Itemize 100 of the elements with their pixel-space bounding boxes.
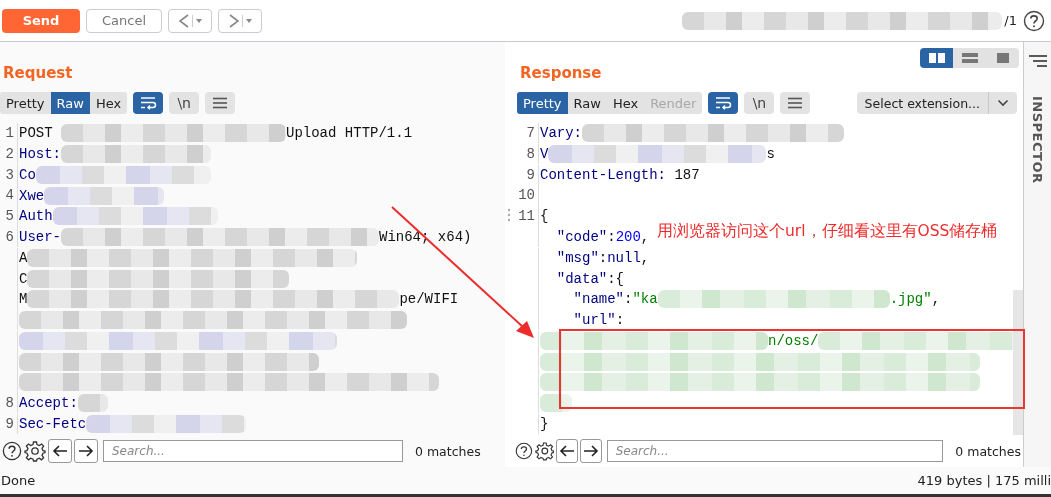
line-number: 4	[0, 185, 18, 206]
code-text: Vary:	[540, 125, 582, 142]
line-number: 3	[0, 164, 18, 186]
code-text: User-	[19, 229, 61, 246]
help-icon[interactable]	[515, 441, 533, 461]
code-text: 200	[615, 229, 641, 246]
wrap-icon	[139, 96, 158, 110]
code-text: Auth	[19, 208, 53, 225]
page-counter: /1	[1004, 13, 1017, 28]
code-text: A	[19, 249, 28, 266]
cancel-button[interactable]: Cancel	[86, 8, 162, 33]
extension-dropdown[interactable]: Select extension...	[856, 92, 1017, 114]
line-number: 1	[0, 123, 18, 144]
stacked-layout-button[interactable]	[953, 48, 986, 68]
line-number: 2	[0, 143, 18, 165]
chevron-down-icon	[997, 99, 1009, 107]
columns-icon	[927, 52, 946, 64]
back-caret-icon	[177, 12, 203, 29]
menu-button[interactable]	[205, 92, 236, 114]
drag-handle-icon[interactable]	[507, 207, 511, 222]
code-text: :	[624, 291, 633, 308]
code-text: Co	[19, 166, 36, 183]
view-tab[interactable]: Raw	[567, 92, 607, 114]
view-tab[interactable]: Pretty	[0, 92, 51, 114]
code-text: {	[540, 208, 549, 225]
code-text: V	[540, 146, 549, 163]
line-number: 10	[513, 185, 539, 206]
wrap-icon	[714, 96, 733, 110]
side-by-side-layout-button[interactable]	[920, 48, 953, 68]
line-number: 9	[513, 164, 539, 186]
code-text: :	[615, 312, 625, 329]
previous-match-button[interactable]	[48, 439, 72, 463]
right-arrow-icon	[582, 444, 599, 458]
code-text: "ka	[632, 291, 658, 308]
code-text: null	[607, 249, 641, 266]
next-match-button[interactable]	[74, 439, 98, 463]
panel-title: Request	[3, 64, 73, 82]
code-text: "url"	[572, 312, 616, 329]
code-text: s	[766, 146, 775, 163]
line-number: 7	[513, 123, 539, 144]
code-text: }	[540, 415, 549, 432]
left-arrow-icon	[52, 444, 68, 458]
view-tab[interactable]: Raw	[50, 92, 90, 114]
code-text: Win64; x64)	[379, 229, 472, 246]
code-text: ,	[640, 249, 650, 266]
code-text: :	[598, 249, 608, 266]
inspector-tab[interactable]: INSPECTOR	[1030, 96, 1045, 184]
previous-match-button[interactable]	[556, 439, 579, 463]
wrap-toggle[interactable]	[133, 92, 164, 114]
single-layout-button[interactable]	[986, 48, 1019, 68]
response-stats: 419 bytes | 175 milli	[917, 473, 1051, 488]
search-field[interactable]: Search...	[606, 440, 944, 462]
forward-button[interactable]	[218, 8, 262, 33]
status-text: Done	[1, 473, 36, 488]
newline-toggle[interactable]: \n	[169, 92, 200, 114]
forward-caret-icon	[227, 12, 253, 29]
line-number: 9	[0, 413, 18, 435]
code-text: "data"	[555, 270, 608, 287]
code-text: Upload HTTP/1.1	[286, 125, 413, 142]
code-text: "code"	[555, 229, 608, 246]
match-count: 0 matches	[415, 443, 481, 459]
code-text: C	[19, 270, 28, 287]
code-text: 187	[673, 166, 700, 183]
help-icon[interactable]	[1023, 9, 1045, 32]
filter-icon[interactable]	[1027, 54, 1048, 68]
view-tab[interactable]: Hex	[606, 92, 645, 114]
line-number: 5	[0, 206, 18, 227]
code-text: Host:	[19, 146, 61, 163]
menu-icon	[787, 97, 804, 109]
view-tab[interactable]: Hex	[89, 92, 128, 114]
code-text: n/oss/	[768, 332, 819, 349]
code-text: Content-Length:	[540, 166, 667, 183]
code-text: :	[607, 229, 616, 246]
back-button[interactable]	[168, 8, 212, 33]
settings-icon[interactable]	[534, 440, 555, 462]
settings-icon[interactable]	[24, 440, 46, 462]
code-text: .jpg"	[889, 291, 932, 308]
next-match-button[interactable]	[580, 439, 602, 463]
menu-icon	[212, 97, 229, 109]
line-number: 11	[513, 206, 539, 227]
help-icon[interactable]	[2, 441, 22, 461]
code-text: pe/WIFI	[399, 291, 459, 308]
code-text: ,	[640, 229, 650, 246]
search-field[interactable]: Search...	[103, 440, 403, 462]
wrap-toggle[interactable]	[708, 92, 739, 114]
line-number: 6	[0, 226, 18, 248]
code-text: "name"	[572, 291, 624, 308]
right-arrow-icon	[78, 444, 94, 458]
rows-icon	[960, 52, 979, 64]
view-tab[interactable]: Pretty	[517, 92, 568, 114]
scrollbar[interactable]	[1013, 290, 1023, 435]
code-text: Sec-Fetc	[19, 415, 87, 432]
match-count: 0 matches	[955, 443, 1021, 459]
menu-button[interactable]	[780, 92, 811, 114]
code-text: POST	[19, 125, 54, 142]
redacted-text	[540, 394, 572, 413]
annotation-text: 用浏览器访问这个url，仔细看这里有OSS储存桶	[657, 221, 998, 242]
code-text: "msg"	[555, 249, 599, 266]
newline-toggle[interactable]: \n	[744, 92, 775, 114]
line-number: 8	[513, 143, 539, 165]
